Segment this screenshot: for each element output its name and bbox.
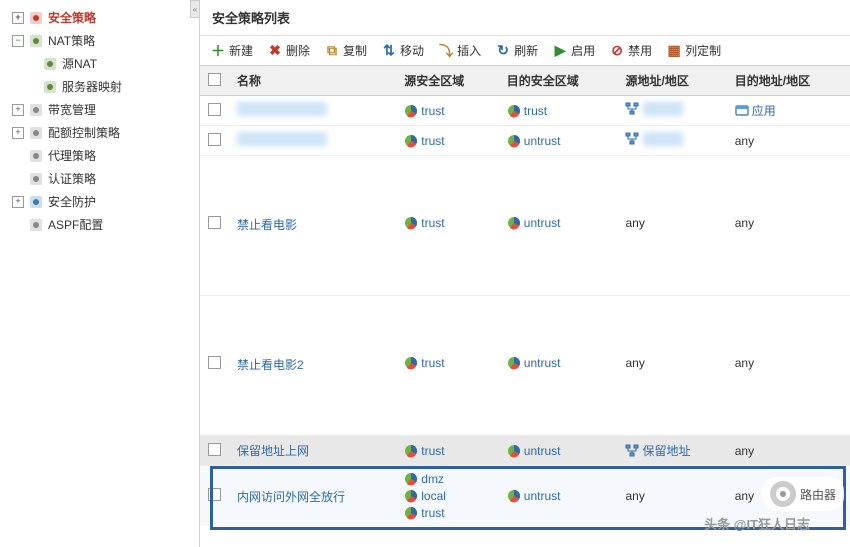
policy-name[interactable]: 禁止看电影 — [237, 218, 297, 232]
dst-addr: any — [735, 216, 754, 230]
table-row[interactable]: 禁止看电影2 trust untrust any any — [200, 296, 850, 436]
dst-addr[interactable]: 应用 — [752, 102, 776, 119]
sidebar: « +安全策略−NAT策略源NAT服务器映射+带宽管理+配额控制策略代理策略认证… — [0, 0, 200, 547]
table-row[interactable]: trust untrust any — [200, 126, 850, 156]
page-title: 安全策略列表 — [200, 0, 850, 36]
src-addr[interactable]: 保留地址 — [642, 442, 690, 459]
zone-tag: trust — [404, 356, 491, 370]
nav-item-7[interactable]: ASPF配置 — [0, 213, 199, 236]
tree-icon — [28, 33, 44, 49]
tree-icon — [42, 79, 58, 95]
toolbar-move-button[interactable]: ⇅移动 — [381, 42, 424, 59]
policy-name[interactable]: 内网访问外网全放行 — [237, 490, 345, 504]
toolbar-disable-button[interactable]: ⊘禁用 — [609, 42, 652, 59]
expander-icon[interactable]: − — [12, 35, 24, 47]
zone-tag: trust — [404, 444, 491, 458]
row-checkbox[interactable] — [208, 488, 221, 501]
col-src-zone: 源安全区域 — [396, 66, 499, 96]
policy-name[interactable]: 禁止看电影2 — [237, 358, 304, 372]
redacted-name — [237, 102, 327, 116]
toolbar-refresh-button[interactable]: ↻刷新 — [495, 42, 538, 59]
zone-tag: untrust — [507, 134, 610, 148]
col-src-addr: 源地址/地区 — [617, 66, 726, 96]
col-checkbox — [200, 66, 229, 96]
row-checkbox[interactable] — [208, 443, 221, 456]
redacted-addr — [643, 132, 683, 146]
toolbar: ＋新建 ✖删除 ⧉复制 ⇅移动 ⤵插入 ↻刷新 ▶启用 ⊘禁用 ▦列定制 — [200, 36, 850, 66]
dst-addr: any — [735, 444, 754, 458]
sidebar-collapse-handle[interactable]: « — [190, 0, 200, 18]
zone-tag: trust — [404, 216, 491, 230]
toolbar-enable-button[interactable]: ▶启用 — [552, 42, 595, 59]
zone-tag: dmz — [404, 472, 491, 486]
toolbar-plus-button[interactable]: ＋新建 — [210, 42, 253, 59]
nav-item-1-1[interactable]: 服务器映射 — [0, 75, 199, 98]
expander-icon[interactable]: + — [12, 127, 24, 139]
dst-addr: any — [735, 356, 754, 370]
toolbar-insert-button[interactable]: ⤵插入 — [438, 42, 481, 59]
nav-item-1-0[interactable]: 源NAT — [0, 52, 199, 75]
tree-icon — [28, 125, 44, 141]
src-addr: any — [625, 216, 644, 230]
row-checkbox[interactable] — [208, 216, 221, 229]
nav-item-4[interactable]: 代理策略 — [0, 144, 199, 167]
policy-name[interactable]: 保留地址上网 — [237, 444, 309, 458]
nav-item-2[interactable]: +带宽管理 — [0, 98, 199, 121]
toolbar-delete-button[interactable]: ✖删除 — [267, 42, 310, 59]
table-row[interactable]: trust trust 应用 — [200, 96, 850, 126]
zone-tag: untrust — [507, 356, 610, 370]
zone-tag: untrust — [507, 444, 610, 458]
nav-tree: +安全策略−NAT策略源NAT服务器映射+带宽管理+配额控制策略代理策略认证策略… — [0, 0, 199, 242]
zone-tag: trust — [404, 134, 491, 148]
table-container: 名称 源安全区域 目的安全区域 源地址/地区 目的地址/地区 trusttrus… — [200, 66, 850, 547]
expander-icon[interactable]: + — [12, 104, 24, 116]
redacted-name — [237, 132, 327, 146]
main-panel: 安全策略列表 ＋新建 ✖删除 ⧉复制 ⇅移动 ⤵插入 ↻刷新 ▶启用 ⊘禁用 ▦列定制 名称 源… — [200, 0, 850, 547]
tree-icon — [28, 148, 44, 164]
nav-item-6[interactable]: +安全防护 — [0, 190, 199, 213]
table-row[interactable]: 保留地址上网 trust untrust 保留地址 any — [200, 436, 850, 466]
expander-icon[interactable]: + — [12, 12, 24, 24]
col-name: 名称 — [229, 66, 396, 96]
tree-icon — [28, 171, 44, 187]
col-dst-addr: 目的地址/地区 — [727, 66, 850, 96]
expander-icon[interactable]: + — [12, 196, 24, 208]
zone-tag: untrust — [507, 489, 610, 503]
toolbar-cols-button[interactable]: ▦列定制 — [666, 42, 721, 59]
dst-addr: any — [735, 489, 754, 503]
dst-addr: any — [735, 134, 754, 148]
tree-icon — [28, 194, 44, 210]
router-icon — [770, 481, 796, 507]
col-dst-zone: 目的安全区域 — [499, 66, 618, 96]
checkbox-all[interactable] — [208, 73, 221, 86]
nav-item-5[interactable]: 认证策略 — [0, 167, 199, 190]
row-checkbox[interactable] — [208, 103, 221, 116]
src-addr: any — [625, 356, 644, 370]
zone-tag: trust — [404, 104, 491, 118]
src-addr: any — [625, 489, 644, 503]
zone-tag: trust — [404, 506, 491, 520]
zone-tag: untrust — [507, 216, 610, 230]
nav-item-3[interactable]: +配额控制策略 — [0, 121, 199, 144]
row-checkbox[interactable] — [208, 356, 221, 369]
table-row[interactable]: 禁止看电影 trust untrust any any — [200, 156, 850, 296]
policy-table: 名称 源安全区域 目的安全区域 源地址/地区 目的地址/地区 trusttrus… — [200, 66, 850, 526]
row-checkbox[interactable] — [208, 133, 221, 146]
zone-tag: trust — [507, 104, 610, 118]
tree-icon — [42, 56, 58, 72]
zone-tag: local — [404, 489, 491, 503]
tree-icon — [28, 217, 44, 233]
watermark-text: 头条 @IT狂人日志 — [704, 514, 810, 533]
nav-item-0[interactable]: +安全策略 — [0, 6, 199, 29]
toolbar-copy-button[interactable]: ⧉复制 — [324, 42, 367, 59]
watermark-badge: 路由器 — [762, 477, 844, 511]
redacted-addr — [643, 102, 683, 116]
tree-icon — [28, 10, 44, 26]
tree-icon — [28, 102, 44, 118]
nav-item-1[interactable]: −NAT策略 — [0, 29, 199, 52]
